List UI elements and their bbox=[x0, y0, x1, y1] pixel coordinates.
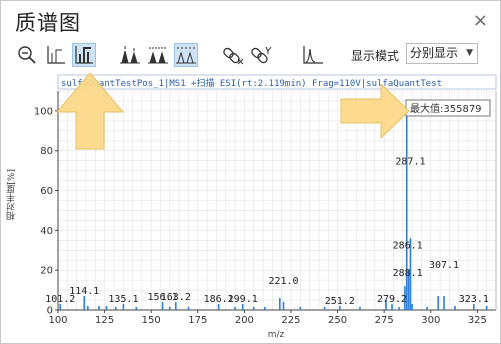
y-tick-label: 40 bbox=[40, 226, 53, 237]
peak-label: 287.1 bbox=[395, 157, 425, 168]
peak-labels: 101.2114.1135.1 156.1163.2 186.2199.1221.0… bbox=[45, 157, 489, 307]
line-spectrum-icon[interactable] bbox=[44, 43, 68, 67]
x-tick-label: 200 bbox=[235, 315, 254, 326]
link-icon[interactable] bbox=[250, 43, 274, 67]
x-tick-label: 225 bbox=[281, 315, 300, 326]
peak-label: 199.1 bbox=[228, 294, 258, 305]
peak-label-dashed-icon[interactable] bbox=[174, 43, 198, 67]
peak-label: 307.1 bbox=[429, 260, 459, 271]
x-tick-label: 250 bbox=[328, 315, 347, 326]
peak-label: 323.1 bbox=[459, 294, 489, 305]
peak-label: 163.2 bbox=[161, 292, 191, 303]
y-axis-label: 相对丰度[%] bbox=[7, 169, 17, 221]
display-mode-value: 分别显示 bbox=[410, 46, 459, 60]
peak-label: 279.2 bbox=[377, 294, 407, 305]
bar-spectrum-icon[interactable] bbox=[72, 43, 96, 67]
max-value-label: 最大值:355879 bbox=[410, 102, 482, 115]
peak-label: 288.1 bbox=[393, 268, 423, 279]
unlink-icon[interactable] bbox=[222, 43, 246, 67]
spectrum-chart[interactable]: sulfaQuantTestPos_1|MS1 +扫描 ESI(rt:2.119… bbox=[1, 71, 500, 343]
x-tick-label: 275 bbox=[375, 315, 394, 326]
peak-label: 286.1 bbox=[393, 240, 423, 251]
display-mode-label: 显示模式 bbox=[351, 49, 400, 63]
profile-curve-icon[interactable] bbox=[301, 43, 325, 67]
y-tick-label: 80 bbox=[40, 146, 53, 157]
x-tick-label: 175 bbox=[188, 315, 207, 326]
x-tick-label: 150 bbox=[142, 315, 161, 326]
x-axis-label: m/z bbox=[268, 330, 285, 340]
x-tick-label: 300 bbox=[421, 315, 440, 326]
mass-spectrum-window: 质谱图 × 显示模式 分别显示 ▼ sulfaQuantTestPos_1|MS… bbox=[0, 0, 501, 344]
peak-label: 114.1 bbox=[69, 286, 99, 297]
close-icon[interactable]: × bbox=[473, 10, 488, 31]
display-mode-select[interactable]: 分别显示 ▼ bbox=[406, 43, 478, 64]
x-tick-label: 100 bbox=[48, 315, 67, 326]
y-tick-label: 100 bbox=[34, 106, 53, 117]
peak-label-icon[interactable] bbox=[118, 43, 142, 67]
chevron-down-icon: ▼ bbox=[466, 48, 473, 58]
y-tick-label: 20 bbox=[40, 266, 53, 277]
y-tick-label: 0 bbox=[47, 306, 53, 317]
peak-label-alt-icon[interactable] bbox=[146, 43, 170, 67]
peak-label: 251.2 bbox=[325, 296, 355, 307]
window-title: 质谱图 bbox=[15, 11, 81, 35]
peak-label: 135.1 bbox=[108, 294, 138, 305]
peak-label: 221.0 bbox=[268, 276, 298, 287]
x-tick-label: 125 bbox=[95, 315, 114, 326]
x-tick-label: 325 bbox=[468, 315, 487, 326]
magnifier-minus-icon[interactable] bbox=[15, 43, 39, 67]
y-tick-label: 60 bbox=[40, 186, 53, 197]
